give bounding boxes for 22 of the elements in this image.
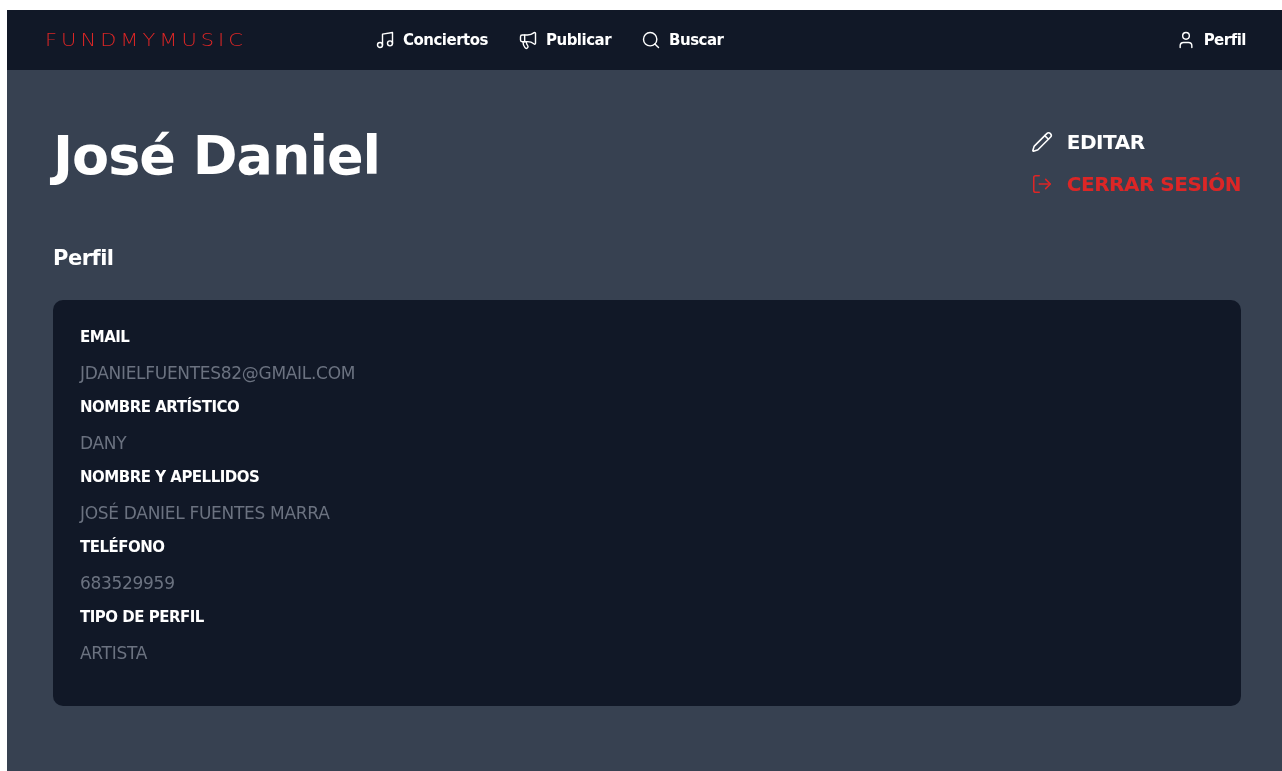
field-label: EMAIL [80,328,131,346]
field-value: ARTISTA [80,643,148,663]
logout-icon [1030,173,1053,195]
section-heading: Perfil [53,246,115,270]
field-value: DANY [80,433,128,453]
nav-link[interactable]: Buscar [641,30,724,50]
music-icon [374,30,395,50]
profile-link[interactable]: Perfil [1175,30,1246,50]
nav-link[interactable]: Publicar [517,30,612,50]
field-value: JOSÉ DANIEL FUENTES MARRA [80,503,331,523]
search-icon [641,30,662,50]
field-label: NOMBRE Y APELLIDOS [80,468,261,486]
field-label: TELÉFONO [80,538,166,556]
pencil-icon [1030,131,1053,153]
field-label: NOMBRE ARTÍSTICO [80,398,241,416]
field-value: 683529959 [80,573,176,593]
field-value: JDANIELFUENTES82@GMAIL.COM [80,363,357,383]
field-label: TIPO DE PERFIL [80,608,205,626]
megaphone-icon [517,30,538,50]
logo[interactable]: FUNDMYMUSIC [45,30,247,50]
nav-link[interactable]: Conciertos [374,30,488,50]
edit-link[interactable]: EDITAR [1030,130,1241,154]
